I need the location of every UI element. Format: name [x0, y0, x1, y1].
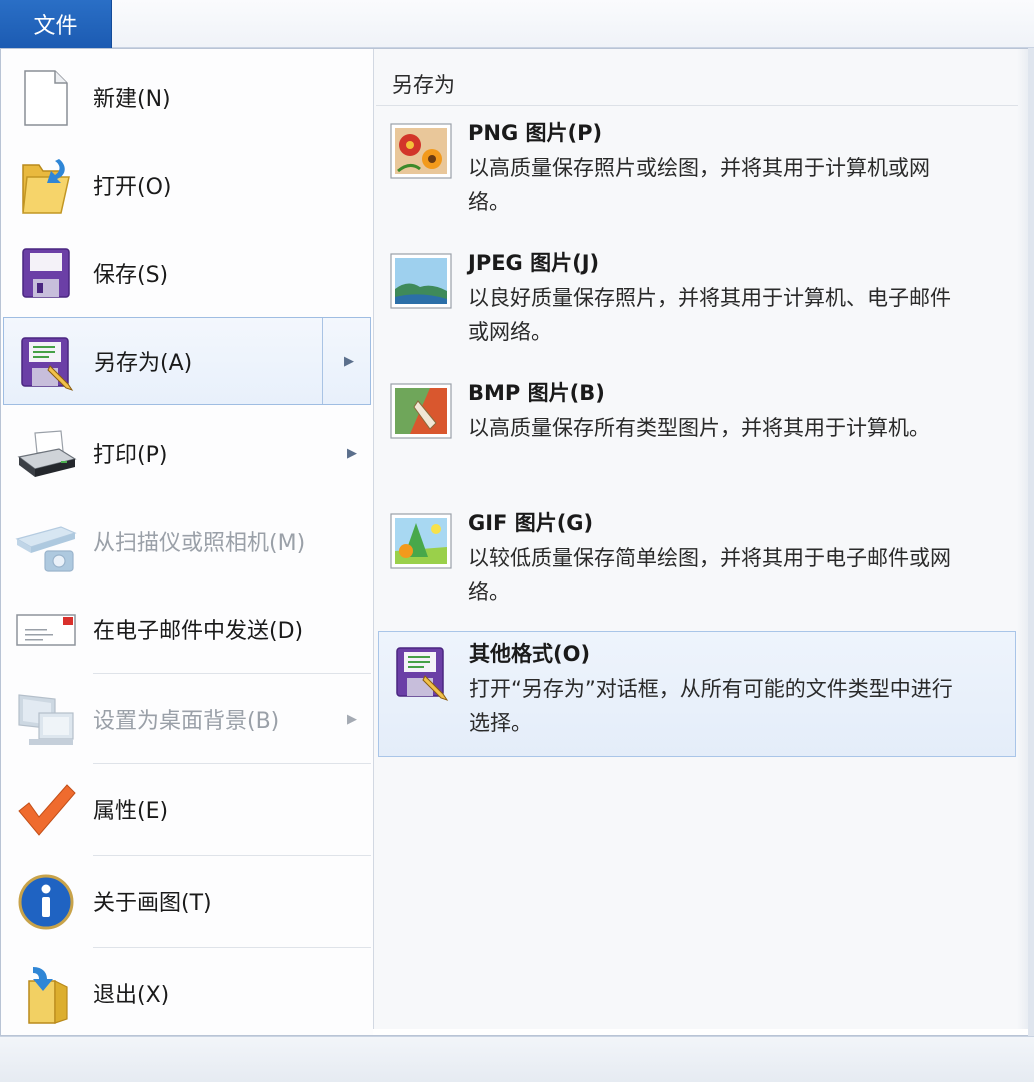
menu-item-about[interactable]: 关于画图(T): [1, 857, 373, 945]
floppy-disk-icon: [22, 248, 70, 298]
submenu-divider: [322, 318, 323, 404]
ribbon-bar: 文件: [0, 0, 1034, 48]
format-bmp[interactable]: BMP 图片(B) 以高质量保存所有类型图片，并将其用于计算机。: [378, 371, 1016, 497]
floppy-pencil-icon: [396, 647, 449, 701]
menu-item-save[interactable]: 保存(S): [1, 229, 373, 317]
menu-item-properties[interactable]: 属性(E): [1, 765, 373, 853]
floppy-pencil-icon: [21, 337, 74, 391]
jpeg-image-icon: [390, 253, 452, 309]
bmp-image-icon: [390, 383, 452, 439]
menu-item-save-as[interactable]: 另存为(A) ▶: [3, 317, 371, 405]
menu-item-label: 打印(P): [93, 443, 168, 468]
file-menu-commands: 新建(N) 打开(O) 保存(S) 另存为(A) ▶ 打印(P) ▶ 从扫描仪或…: [1, 49, 373, 1035]
checkmark-icon: [18, 784, 76, 836]
format-description: 打开“另存为”对话框，从所有可能的文件类型中进行选择。: [469, 677, 953, 735]
submenu-arrow-icon: ▶: [347, 711, 357, 727]
gif-image-icon: [390, 513, 452, 569]
scanner-camera-icon: [15, 526, 77, 572]
window-edge: [1028, 48, 1034, 1036]
menu-separator: [93, 947, 371, 948]
format-description: 以高质量保存所有类型图片，并将其用于计算机。: [468, 416, 930, 440]
printer-icon: [17, 430, 77, 477]
menu-item-label: 属性(E): [93, 799, 169, 824]
format-jpeg[interactable]: JPEG 图片(J) 以良好质量保存照片，并将其用于计算机、电子邮件或网络。: [378, 241, 1016, 367]
menu-separator: [93, 673, 371, 674]
open-folder-icon: [22, 159, 70, 214]
format-description: 以良好质量保存照片，并将其用于计算机、电子邮件或网络。: [468, 286, 951, 344]
file-tab[interactable]: 文件: [0, 0, 112, 48]
exit-door-icon: [28, 967, 68, 1024]
menu-item-label: 在电子邮件中发送(D): [93, 619, 304, 644]
format-description: 以高质量保存照片或绘图，并将其用于计算机或网络。: [468, 156, 930, 214]
format-title: PNG 图片(P): [468, 121, 603, 145]
menu-item-send-email[interactable]: 在电子邮件中发送(D): [1, 585, 373, 673]
status-bar: [0, 1036, 1034, 1082]
menu-item-label: 从扫描仪或照相机(M): [93, 531, 306, 556]
submenu-arrow-icon[interactable]: ▶: [344, 354, 354, 369]
menu-item-new[interactable]: 新建(N): [1, 53, 373, 141]
menu-item-label: 设置为桌面背景(B): [93, 709, 280, 734]
menu-item-set-desktop: 设置为桌面背景(B) ▶: [1, 675, 373, 763]
submenu-arrow-icon[interactable]: ▶: [347, 446, 357, 461]
menu-item-label: 打开(O): [93, 175, 172, 200]
format-title: BMP 图片(B): [468, 381, 605, 405]
panel-title: 另存为: [392, 73, 455, 97]
format-description: 以较低质量保存简单绘图，并将其用于电子邮件或网络。: [468, 546, 951, 604]
menu-item-print[interactable]: 打印(P) ▶: [1, 409, 373, 497]
format-title: GIF 图片(G): [468, 511, 594, 535]
format-png[interactable]: PNG 图片(P) 以高质量保存照片或绘图，并将其用于计算机或网络。: [378, 111, 1016, 237]
format-title: JPEG 图片(J): [468, 251, 600, 275]
menu-item-label: 退出(X): [93, 983, 170, 1008]
menu-item-label: 另存为(A): [94, 351, 193, 376]
info-icon: [18, 874, 74, 930]
menu-separator: [93, 855, 371, 856]
menu-item-open[interactable]: 打开(O): [1, 141, 373, 229]
menu-item-label: 新建(N): [93, 87, 171, 112]
format-gif[interactable]: GIF 图片(G) 以较低质量保存简单绘图，并将其用于电子邮件或网络。: [378, 501, 1016, 627]
menu-separator: [93, 763, 371, 764]
menu-item-exit[interactable]: 退出(X): [1, 949, 373, 1037]
menu-item-from-scanner: 从扫描仪或照相机(M): [1, 497, 373, 585]
file-menu: 新建(N) 打开(O) 保存(S) 另存为(A) ▶ 打印(P) ▶ 从扫描仪或…: [0, 48, 1030, 1036]
panel-divider: [376, 105, 1018, 106]
save-as-panel: 另存为 PNG 图片(P) 以高质量保存照片或绘图，并将其用于计算机或网络。 J…: [373, 49, 1029, 1029]
png-image-icon: [390, 123, 452, 179]
blank-document-icon: [24, 70, 68, 126]
format-other[interactable]: 其他格式(O) 打开“另存为”对话框，从所有可能的文件类型中进行选择。: [378, 631, 1016, 757]
format-title: 其他格式(O): [469, 642, 591, 666]
monitor-icon: [18, 694, 74, 745]
envelope-icon: [16, 614, 76, 646]
menu-item-label: 关于画图(T): [93, 891, 212, 916]
menu-item-label: 保存(S): [93, 263, 169, 288]
